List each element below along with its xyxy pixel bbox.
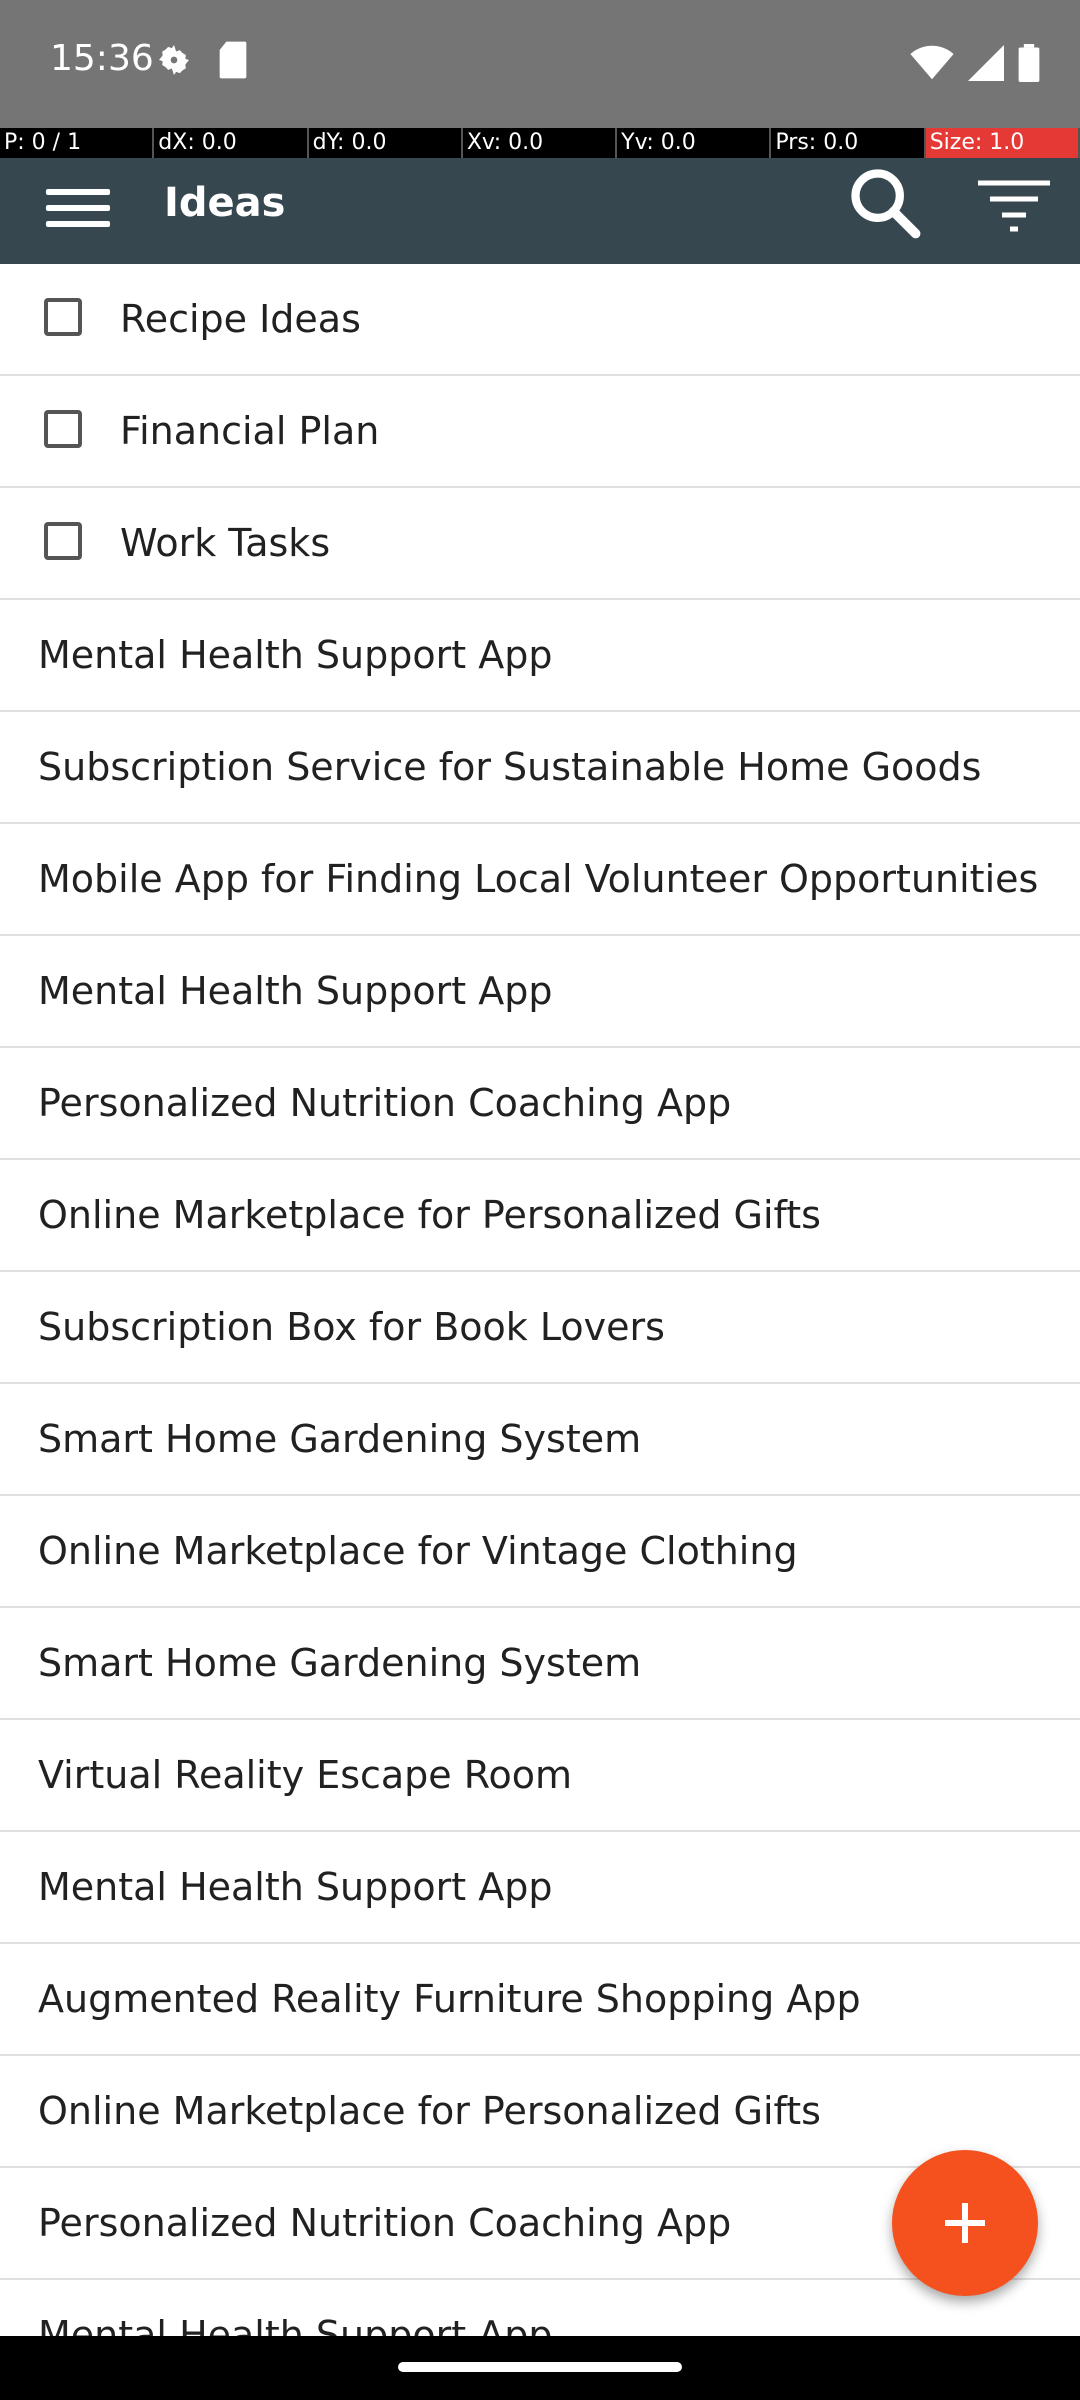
list-item-label: Mental Health Support App (38, 969, 553, 1013)
pointer-yv: Yv: 0.0 (617, 128, 772, 158)
signal-icon (968, 45, 1004, 81)
battery-icon (1018, 44, 1040, 82)
ideas-list: Recipe Ideas Financial Plan Work Tasks M… (0, 264, 1080, 2392)
list-item[interactable]: Smart Home Gardening System (0, 1608, 1080, 1720)
list-item-label: Subscription Box for Book Lovers (38, 1305, 665, 1349)
filter-icon[interactable] (974, 170, 1054, 236)
list-item-label: Personalized Nutrition Coaching App (38, 1081, 732, 1125)
menu-icon[interactable] (46, 176, 110, 240)
plus-icon-stroke (962, 2203, 968, 2243)
pointer-xv: Xv: 0.0 (463, 128, 618, 158)
list-item[interactable]: Virtual Reality Escape Room (0, 1720, 1080, 1832)
pointer-location-bar: P: 0 / 1 dX: 0.0 dY: 0.0 Xv: 0.0 Yv: 0.0… (0, 128, 1080, 158)
pointer-prs: Prs: 0.0 (771, 128, 926, 158)
list-item[interactable]: Mental Health Support App (0, 1832, 1080, 1944)
list-item-label: Smart Home Gardening System (38, 1417, 642, 1461)
navigation-bar (0, 2336, 1080, 2400)
list-item-label: Augmented Reality Furniture Shopping App (38, 1977, 861, 2021)
list-item[interactable]: Online Marketplace for Vintage Clothing (0, 1496, 1080, 1608)
search-icon[interactable] (846, 164, 922, 240)
list-item[interactable]: Recipe Ideas (0, 264, 1080, 376)
wifi-icon (910, 45, 954, 80)
list-item-label: Subscription Service for Sustainable Hom… (38, 745, 982, 789)
list-item[interactable]: Financial Plan (0, 376, 1080, 488)
list-item[interactable]: Augmented Reality Furniture Shopping App (0, 1944, 1080, 2056)
list-item-label: Online Marketplace for Personalized Gift… (38, 1193, 821, 1237)
list-item[interactable]: Smart Home Gardening System (0, 1384, 1080, 1496)
checkbox[interactable] (44, 410, 82, 448)
list-item-label: Mental Health Support App (38, 633, 553, 677)
page-title: Ideas (164, 180, 286, 226)
list-item-label: Online Marketplace for Vintage Clothing (38, 1529, 798, 1573)
list-item[interactable]: Personalized Nutrition Coaching App (0, 1048, 1080, 1160)
checkbox[interactable] (44, 522, 82, 560)
list-item-label: Personalized Nutrition Coaching App (38, 2201, 732, 2245)
pointer-count: P: 0 / 1 (0, 128, 155, 158)
app-bar: Ideas (0, 158, 1080, 264)
checkbox[interactable] (44, 298, 82, 336)
settings-icon (159, 45, 189, 75)
list-item-label: Online Marketplace for Personalized Gift… (38, 2089, 821, 2133)
list-item-label: Smart Home Gardening System (38, 1641, 642, 1685)
list-item[interactable]: Mental Health Support App (0, 600, 1080, 712)
list-item[interactable]: Mental Health Support App (0, 936, 1080, 1048)
status-bar: 15:36 (0, 0, 1080, 128)
list-item-label: Financial Plan (120, 409, 380, 453)
list-item[interactable]: Work Tasks (0, 488, 1080, 600)
list-item-label: Work Tasks (120, 521, 331, 565)
list-item[interactable]: Online Marketplace for Personalized Gift… (0, 2056, 1080, 2168)
list-item-label: Mental Health Support App (38, 1865, 553, 1909)
home-gesture-handle[interactable] (398, 2362, 682, 2372)
list-item[interactable]: Subscription Service for Sustainable Hom… (0, 712, 1080, 824)
list-item-label: Virtual Reality Escape Room (38, 1753, 572, 1797)
status-time: 15:36 (50, 38, 154, 79)
sd-card-icon (219, 41, 247, 79)
add-idea-button[interactable] (892, 2150, 1038, 2296)
list-item[interactable]: Subscription Box for Book Lovers (0, 1272, 1080, 1384)
pointer-dy: dY: 0.0 (309, 128, 463, 158)
pointer-dx: dX: 0.0 (154, 128, 309, 158)
list-item-label: Recipe Ideas (120, 297, 361, 341)
pointer-size: Size: 1.0 (925, 128, 1080, 158)
list-item[interactable]: Mobile App for Finding Local Volunteer O… (0, 824, 1080, 936)
list-item[interactable]: Online Marketplace for Personalized Gift… (0, 1160, 1080, 1272)
list-item-label: Mobile App for Finding Local Volunteer O… (38, 857, 1039, 901)
